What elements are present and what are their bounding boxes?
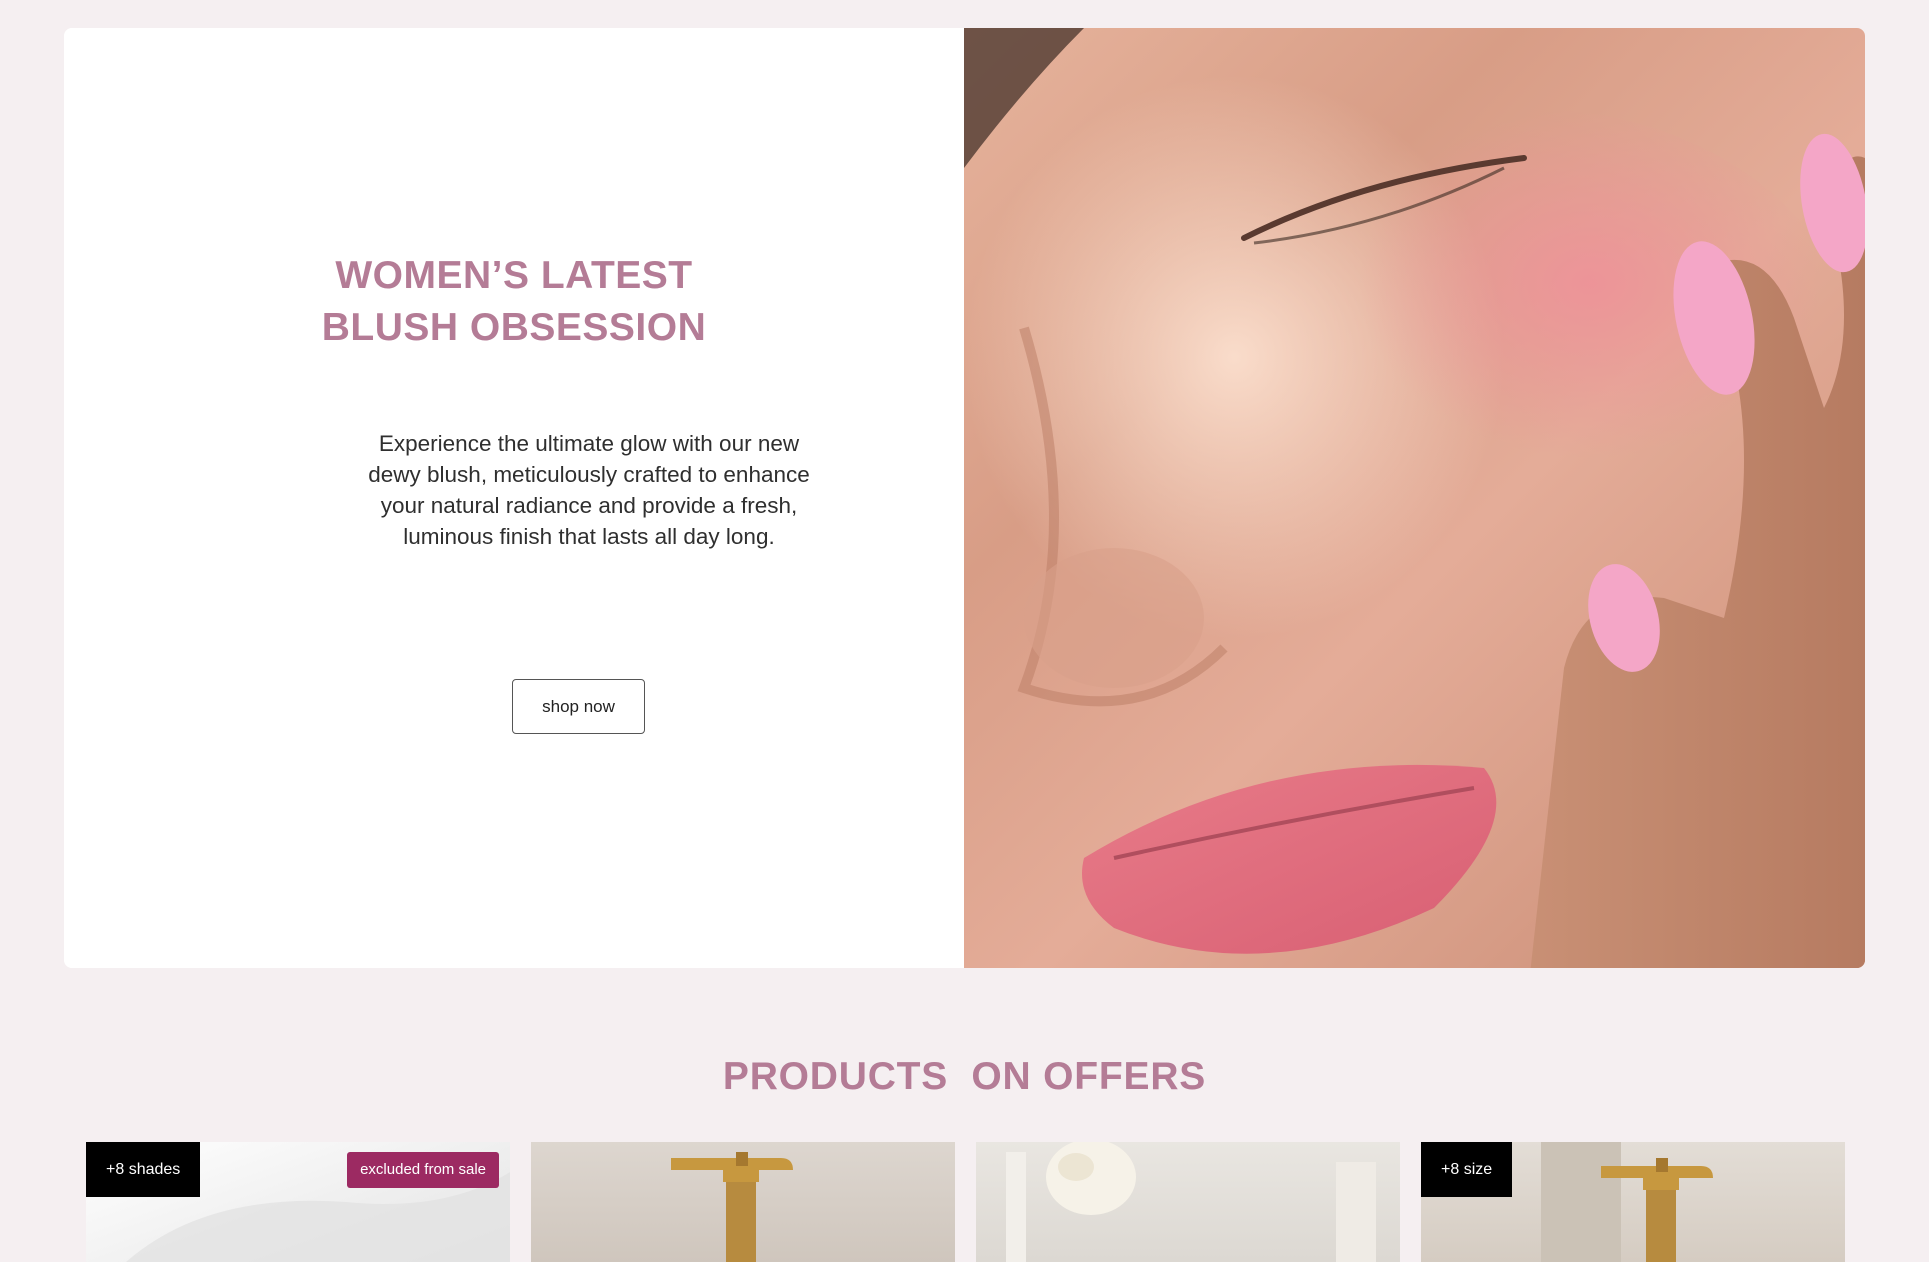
hero-title-line1: WOMEN’S LATEST	[335, 254, 693, 297]
shop-now-button[interactable]: shop now	[512, 679, 645, 734]
product-card[interactable]	[976, 1142, 1400, 1262]
product-card[interactable]: +8 shades excluded from sale	[86, 1142, 510, 1262]
hero-banner: WOMEN’S LATEST BLUSH OBSESSION Experienc…	[64, 28, 1865, 968]
hero-description: Experience the ultimate glow with our ne…	[368, 431, 810, 549]
hero-text-panel: WOMEN’S LATEST BLUSH OBSESSION Experienc…	[64, 28, 964, 968]
product-card[interactable]	[531, 1142, 955, 1262]
product-card[interactable]: +8 size	[1421, 1142, 1845, 1262]
hero-image	[964, 28, 1865, 968]
products-grid: +8 shades excluded from sale +8 size	[86, 1142, 1845, 1262]
white-flower-photo	[1006, 1142, 1376, 1262]
section-title: PRODUCTS ON OFFERS	[722, 1055, 1207, 1098]
hero-title-line2: BLUSH OBSESSION	[321, 306, 707, 349]
shades-badge: +8 shades	[86, 1142, 201, 1197]
hero-title: WOMEN’S LATEST BLUSH OBSESSION	[64, 250, 964, 354]
model-face-photo	[964, 28, 1865, 968]
size-badge: +8 size	[1421, 1142, 1513, 1197]
excluded-from-sale-badge: excluded from sale	[347, 1152, 499, 1188]
gold-pump-bottle-photo	[671, 1152, 793, 1262]
